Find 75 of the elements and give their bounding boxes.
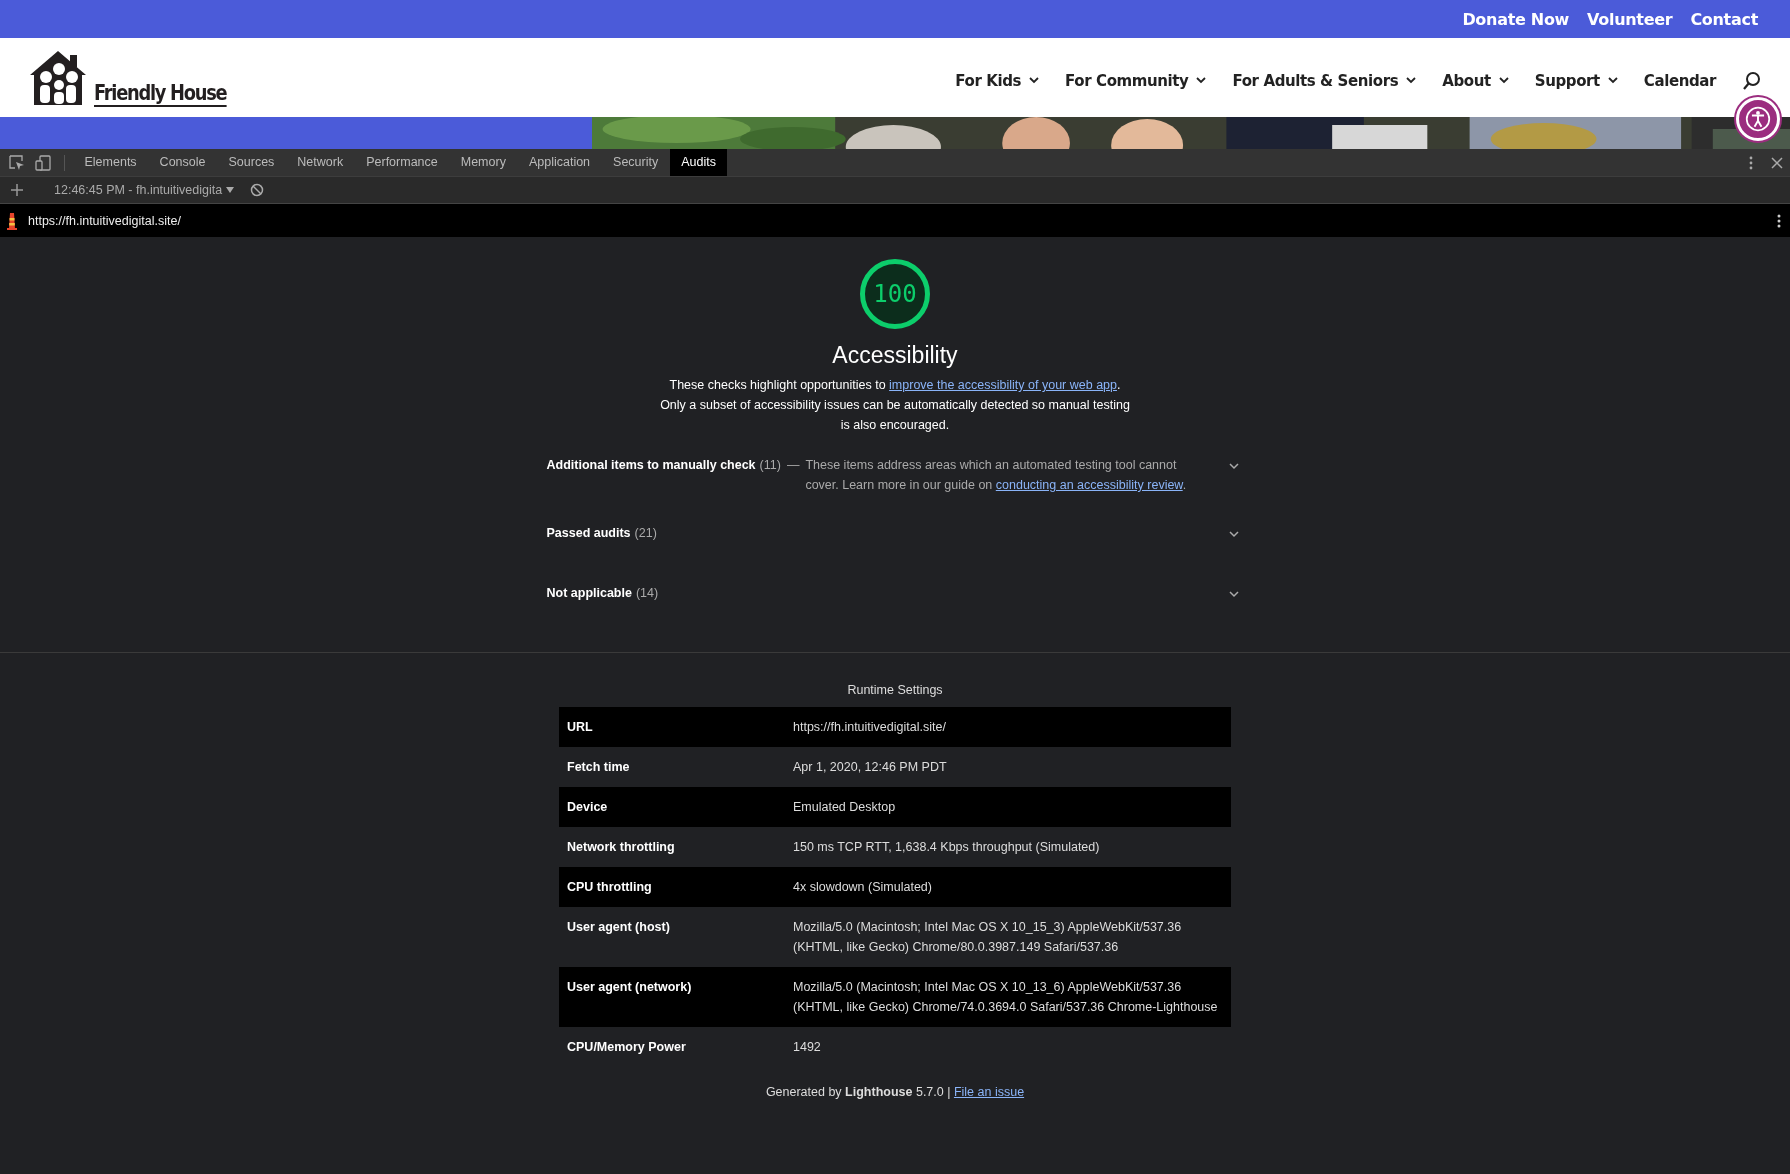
setting-label: Network throttling [567,839,676,856]
devtools-tab[interactable]: Sources [217,149,286,176]
session-dropdown[interactable]: 12:46:45 PM - fh.intuitivedigita [54,183,235,197]
devtools-tab[interactable]: Application [517,149,602,176]
caret-icon[interactable] [1029,77,1040,84]
nav-link[interactable]: For Kids [955,71,1040,90]
setting-value: Mozilla/5.0 (Macintosh; Intel Mac OS X 10_15_3) AppleWebKit/537.36 (KHTML, like Gecko) Chrome/80.0.3987.149 Safari/537.36 [793,919,1183,956]
setting-label: CPU throttling [567,879,653,896]
guide-link[interactable]: improve the accessibility of your web app [889,378,1117,392]
devtools-tab[interactable]: Network [285,149,355,176]
category-description: These checks highlight opportunities to improve the accessibility of your web app. Only a subset of accessibility issues can be automatically detected so manual testing is also encouraged. [660,377,1130,434]
audit-group[interactable]: Passed audits (21) [546,519,1244,559]
more-options-icon[interactable] [1776,212,1782,229]
setting-label: Device [567,799,609,816]
caret-icon[interactable] [1196,77,1207,84]
device-toolbar-icon[interactable] [35,154,51,171]
group-title: Additional items to manually check [546,457,756,474]
setting-value: 150 ms TCP RTT, 1,638.4 Kbps throughput (Simulated) [793,839,1101,856]
caret-icon[interactable] [1607,77,1618,84]
top-link[interactable]: Donate Now [1462,9,1570,29]
setting-value: Mozilla/5.0 (Macintosh; Intel Mac OS X 10_13_6) AppleWebKit/537.36 (KHTML, like Gecko) Chrome/74.0.3694.0 Safari/537.36 Chrome-Lighthouse [793,979,1219,1016]
top-link[interactable]: Volunteer [1587,9,1673,29]
chevron-icon[interactable] [1227,462,1240,470]
caret-icon[interactable] [226,187,235,193]
nav-link[interactable]: About [1442,71,1509,90]
group-count: (21) [634,525,657,542]
category-title: Accessibility [832,342,958,369]
top-link[interactable]: Contact [1690,9,1758,29]
group-title: Passed audits [546,525,631,542]
setting-label: Fetch time [567,759,631,776]
setting-value: 1492 [793,1039,822,1056]
setting-value: https://fh.intuitivedigital.site/ [793,719,947,736]
separator: — [786,457,800,474]
accessibility-icon[interactable] [1745,104,1771,134]
group-title: Not applicable [546,585,632,602]
file-issue-link[interactable]: File an issue [953,1085,1025,1099]
nav-link[interactable]: For Community [1065,71,1207,90]
add-icon[interactable] [9,182,25,198]
devtools-tab[interactable]: Security [601,149,670,176]
group-count: (14) [635,585,659,602]
devtools-tab[interactable]: Audits [669,149,728,176]
nav-link[interactable]: Support [1534,71,1618,90]
nav-link[interactable]: For Adults & Seniors [1232,71,1417,90]
close-icon[interactable] [1769,154,1785,171]
chevron-icon[interactable] [1227,590,1240,598]
devtools-tab[interactable]: Memory [449,149,518,176]
group-description: These items address areas which an automated testing tool cannot cover. Learn more in our guide on conducting an accessibility review. [805,457,1188,494]
lighthouse-icon [6,211,18,230]
setting-label: CPU/Memory Power [567,1039,687,1056]
audit-group[interactable]: Additional items to manually check (11) — These items address areas which an automated testing tool cannot cover. Learn more in our guide on conducting an accessibility review. [546,451,1244,499]
setting-value: Apr 1, 2020, 12:46 PM PDT [793,759,948,776]
setting-value: Emulated Desktop [793,799,897,816]
caret-icon[interactable] [1406,77,1417,84]
score-gauge: 100 [859,258,931,330]
clear-icon[interactable] [249,182,266,198]
setting-value: 4x slowdown (Simulated) [793,879,933,896]
audit-group[interactable]: Not applicable (14) [546,579,1244,619]
setting-label: URL [567,719,594,736]
accessibility-button[interactable] [1736,97,1780,141]
devtools-tab[interactable]: Elements [73,149,149,176]
devtools-tab[interactable]: Performance [354,149,450,176]
nav-link[interactable]: Calendar [1643,71,1716,90]
search-icon[interactable] [1742,70,1762,91]
section-heading: Runtime Settings [847,683,943,697]
logo-text[interactable]: Friendly House [94,80,227,107]
chevron-icon[interactable] [1227,530,1240,538]
report-url: https://fh.intuitivedigital.site/ [28,213,181,228]
setting-label: User agent (network) [567,979,693,996]
setting-label: User agent (host) [567,919,671,936]
footer-text: Generated by Lighthouse 5.7.0 | [765,1085,952,1099]
devtools-tab[interactable]: Console [148,149,217,176]
review-guide-link[interactable]: conducting an accessibility review [995,478,1183,492]
caret-icon[interactable] [1498,77,1509,84]
inspect-icon[interactable] [9,154,25,171]
group-count: (11) [759,457,781,474]
